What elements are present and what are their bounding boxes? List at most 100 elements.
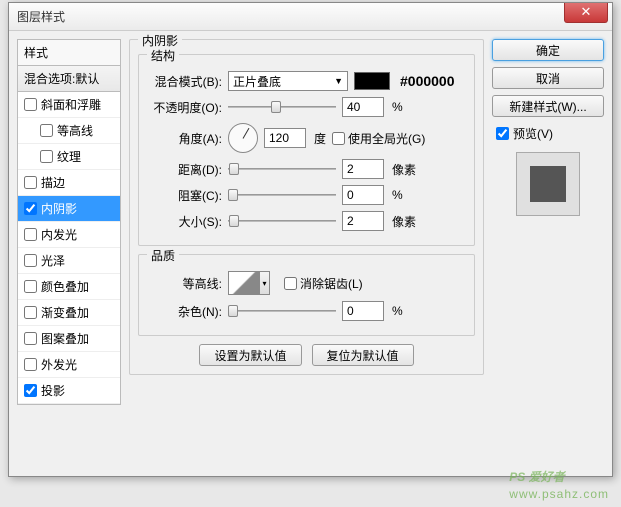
close-button[interactable]: ✕ <box>564 3 608 23</box>
angle-label: 角度(A): <box>147 130 222 147</box>
blend-mode-row: 混合模式(B): 正片叠底 ▼ #000000 <box>147 71 466 91</box>
blend-mode-value: 正片叠底 <box>233 73 281 90</box>
style-item-checkbox[interactable] <box>24 358 37 371</box>
style-item-label: 内阴影 <box>41 200 77 217</box>
color-swatch[interactable] <box>354 72 390 90</box>
global-light-input[interactable] <box>332 132 345 145</box>
inner-shadow-group: 内阴影 结构 混合模式(B): 正片叠底 ▼ #000000 不透明度(O): <box>129 39 484 375</box>
action-panel: 确定 取消 新建样式(W)... 预览(V) <box>492 39 604 468</box>
style-item-checkbox[interactable] <box>24 254 37 267</box>
style-item-checkbox[interactable] <box>24 384 37 397</box>
distance-label: 距离(D): <box>147 161 222 178</box>
opacity-label: 不透明度(O): <box>147 99 222 116</box>
reset-default-button[interactable]: 复位为默认值 <box>312 344 414 366</box>
style-item[interactable]: 图案叠加 <box>18 326 120 352</box>
percent-unit: % <box>392 304 403 318</box>
style-item-checkbox[interactable] <box>24 98 37 111</box>
style-item-checkbox[interactable] <box>24 332 37 345</box>
antialias-label: 消除锯齿(L) <box>300 275 363 292</box>
preview-inner <box>530 166 566 202</box>
ok-button[interactable]: 确定 <box>492 39 604 61</box>
dialog-content: 样式 混合选项:默认 斜面和浮雕等高线纹理描边内阴影内发光光泽颜色叠加渐变叠加图… <box>9 31 612 476</box>
quality-group: 品质 等高线: ▾ 消除锯齿(L) 杂色(N): <box>138 254 475 336</box>
preview-input[interactable] <box>496 127 509 140</box>
style-item-label: 外发光 <box>41 356 77 373</box>
noise-input[interactable] <box>342 301 384 321</box>
style-item-label: 光泽 <box>41 252 65 269</box>
style-item-checkbox[interactable] <box>40 150 53 163</box>
noise-row: 杂色(N): % <box>147 301 466 321</box>
hex-value: #000000 <box>400 73 455 89</box>
style-item-label: 斜面和浮雕 <box>41 96 101 113</box>
cancel-button[interactable]: 取消 <box>492 67 604 89</box>
style-item-checkbox[interactable] <box>24 176 37 189</box>
style-item-label: 图案叠加 <box>41 330 89 347</box>
noise-label: 杂色(N): <box>147 303 222 320</box>
style-item[interactable]: 斜面和浮雕 <box>18 92 120 118</box>
contour-picker[interactable] <box>228 271 260 295</box>
distance-unit: 像素 <box>392 161 416 178</box>
style-item[interactable]: 内发光 <box>18 222 120 248</box>
style-item[interactable]: 内阴影 <box>18 196 120 222</box>
style-item-checkbox[interactable] <box>24 202 37 215</box>
distance-input[interactable] <box>342 159 384 179</box>
style-item[interactable]: 描边 <box>18 170 120 196</box>
choke-row: 阻塞(C): % <box>147 185 466 205</box>
quality-title: 品质 <box>147 247 179 264</box>
angle-input[interactable] <box>264 128 306 148</box>
dialog-title: 图层样式 <box>17 8 65 25</box>
opacity-input[interactable] <box>342 97 384 117</box>
style-item-checkbox[interactable] <box>24 228 37 241</box>
style-item[interactable]: 渐变叠加 <box>18 300 120 326</box>
preview-checkbox[interactable]: 预览(V) <box>496 125 604 142</box>
structure-group: 结构 混合模式(B): 正片叠底 ▼ #000000 不透明度(O): <box>138 54 475 246</box>
style-list: 斜面和浮雕等高线纹理描边内阴影内发光光泽颜色叠加渐变叠加图案叠加外发光投影 <box>17 92 121 405</box>
size-slider[interactable] <box>228 213 336 229</box>
opacity-slider[interactable] <box>228 99 336 115</box>
style-item-label: 纹理 <box>57 148 81 165</box>
percent-unit: % <box>392 100 403 114</box>
style-item[interactable]: 颜色叠加 <box>18 274 120 300</box>
style-item-label: 渐变叠加 <box>41 304 89 321</box>
style-item-checkbox[interactable] <box>40 124 53 137</box>
preview-label: 预览(V) <box>513 125 553 142</box>
global-light-checkbox[interactable]: 使用全局光(G) <box>332 130 425 147</box>
style-item[interactable]: 等高线 <box>18 118 120 144</box>
style-item-checkbox[interactable] <box>24 306 37 319</box>
watermark-url: www.psahz.com <box>509 487 609 501</box>
chevron-down-icon: ▼ <box>334 76 343 86</box>
style-item-label: 等高线 <box>57 122 93 139</box>
titlebar: 图层样式 ✕ <box>9 3 612 31</box>
choke-slider[interactable] <box>228 187 336 203</box>
style-item[interactable]: 纹理 <box>18 144 120 170</box>
global-light-label: 使用全局光(G) <box>348 130 425 147</box>
style-item-label: 投影 <box>41 382 65 399</box>
blend-mode-dropdown[interactable]: 正片叠底 ▼ <box>228 71 348 91</box>
style-item[interactable]: 外发光 <box>18 352 120 378</box>
default-buttons-row: 设置为默认值 复位为默认值 <box>138 344 475 366</box>
watermark-text: PS 爱好者 <box>509 470 564 484</box>
structure-title: 结构 <box>147 47 179 64</box>
antialias-input[interactable] <box>284 277 297 290</box>
angle-dial[interactable] <box>228 123 258 153</box>
style-item-label: 颜色叠加 <box>41 278 89 295</box>
settings-panel: 内阴影 结构 混合模式(B): 正片叠底 ▼ #000000 不透明度(O): <box>129 39 484 468</box>
size-input[interactable] <box>342 211 384 231</box>
blending-options[interactable]: 混合选项:默认 <box>17 66 121 92</box>
style-item[interactable]: 光泽 <box>18 248 120 274</box>
antialias-checkbox[interactable]: 消除锯齿(L) <box>284 275 363 292</box>
size-unit: 像素 <box>392 213 416 230</box>
make-default-button[interactable]: 设置为默认值 <box>199 344 301 366</box>
new-style-button[interactable]: 新建样式(W)... <box>492 95 604 117</box>
style-item[interactable]: 投影 <box>18 378 120 404</box>
distance-slider[interactable] <box>228 161 336 177</box>
style-item-checkbox[interactable] <box>24 280 37 293</box>
contour-label: 等高线: <box>147 275 222 292</box>
contour-dropdown-button[interactable]: ▾ <box>260 271 270 295</box>
noise-slider[interactable] <box>228 303 336 319</box>
styles-header[interactable]: 样式 <box>17 39 121 66</box>
preview-thumbnail <box>516 152 580 216</box>
style-item-label: 描边 <box>41 174 65 191</box>
size-label: 大小(S): <box>147 213 222 230</box>
choke-input[interactable] <box>342 185 384 205</box>
